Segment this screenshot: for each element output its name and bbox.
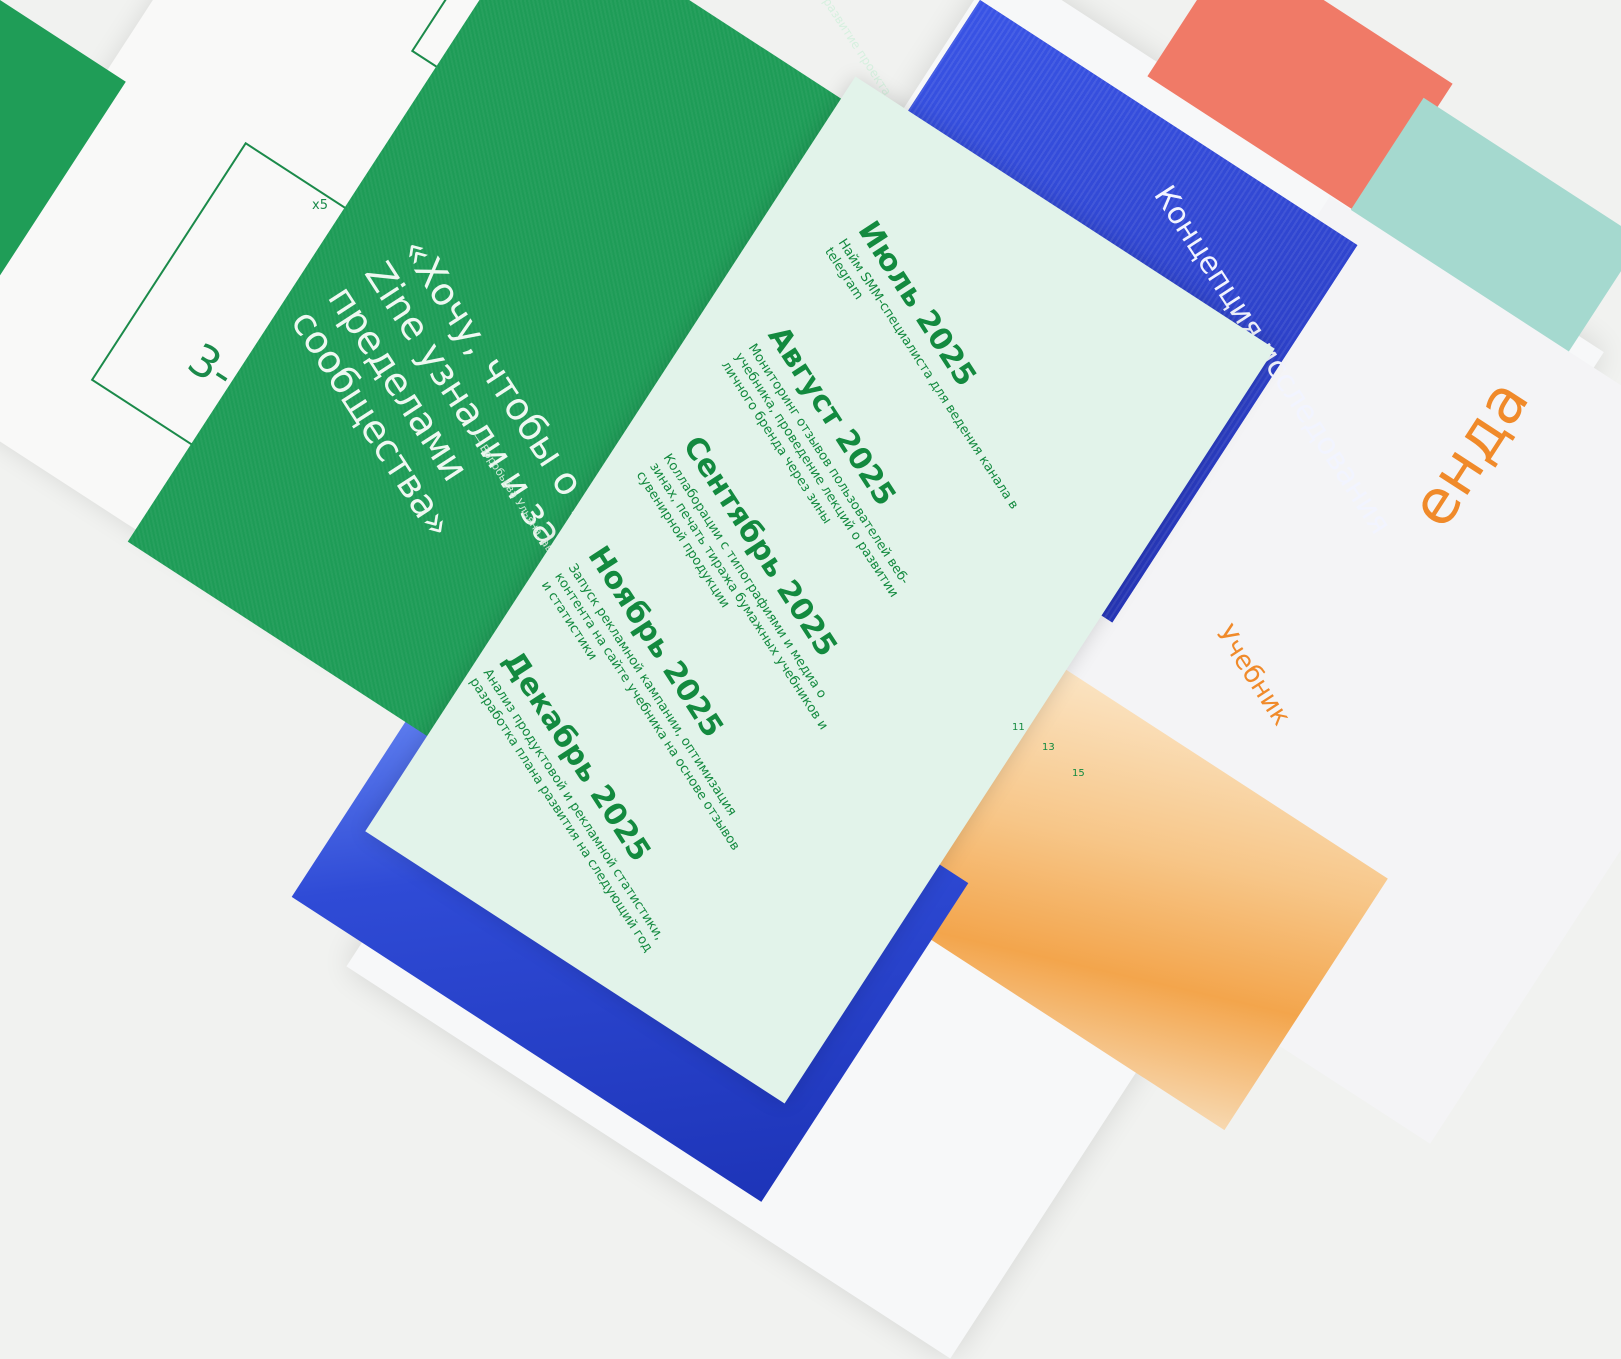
page-number: 13 (1042, 742, 1055, 753)
multiplier-label: x5 (312, 198, 328, 213)
page-number: 11 (1012, 722, 1025, 733)
page-number: 15 (1072, 768, 1085, 779)
